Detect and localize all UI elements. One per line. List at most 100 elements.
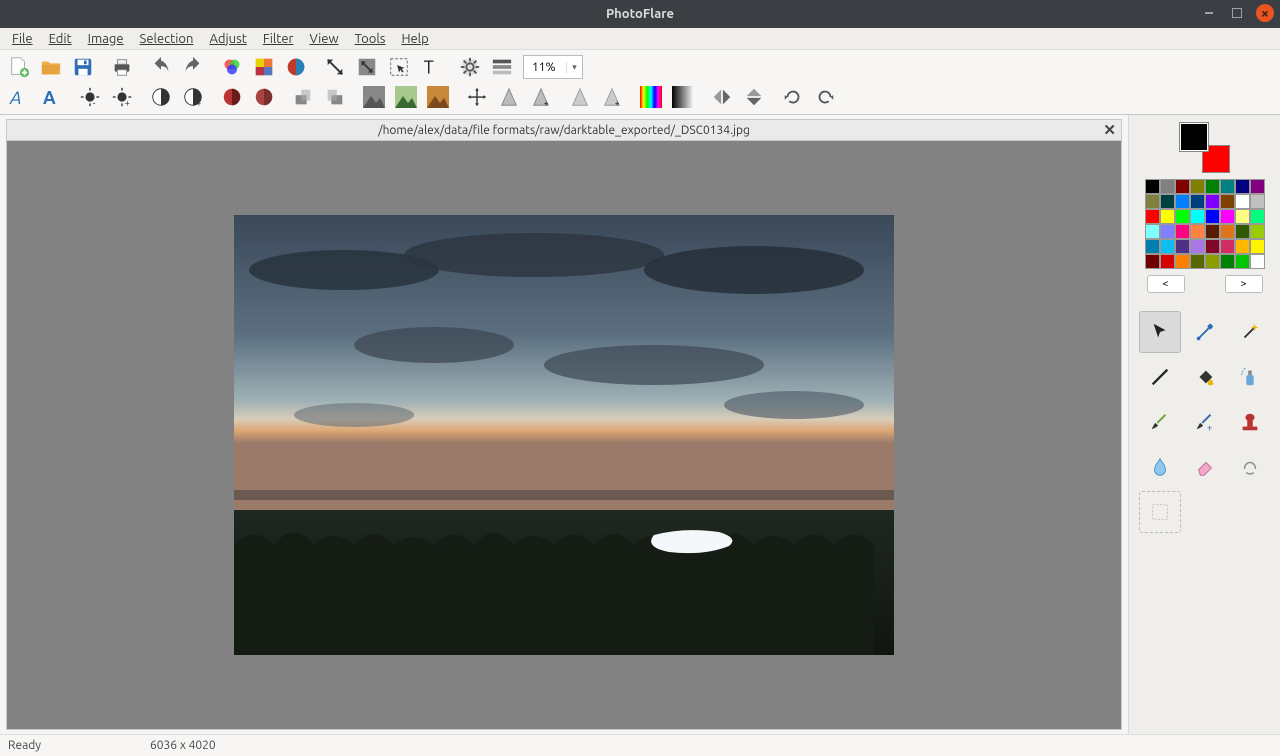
grayscale-filter-button[interactable] — [359, 83, 389, 111]
smudge-tool[interactable] — [1229, 446, 1271, 488]
crop-tool[interactable] — [1139, 491, 1181, 533]
palette-color[interactable] — [1145, 194, 1160, 209]
palette-color[interactable] — [1250, 194, 1265, 209]
move-tool-button[interactable] — [462, 83, 492, 111]
palette-color[interactable] — [1190, 239, 1205, 254]
palette-color[interactable] — [1175, 179, 1190, 194]
settings-button[interactable] — [455, 53, 485, 81]
text-tool-button[interactable]: T — [416, 53, 446, 81]
palette-color[interactable] — [1220, 209, 1235, 224]
bold-text-button[interactable]: A — [36, 83, 66, 111]
palette-color[interactable] — [1160, 239, 1175, 254]
eyedropper-tool[interactable] — [1184, 311, 1226, 353]
menu-edit[interactable]: Edit — [41, 30, 80, 48]
sharpen-button[interactable] — [494, 83, 524, 111]
palette-color[interactable] — [1220, 254, 1235, 269]
palette-color[interactable] — [1160, 209, 1175, 224]
palette-color[interactable] — [1205, 239, 1220, 254]
palette-color[interactable] — [1175, 254, 1190, 269]
foreground-background-swatches[interactable] — [1180, 123, 1230, 173]
clone-brush-tool[interactable]: + — [1184, 401, 1226, 443]
rotate-cw-button[interactable] — [320, 83, 350, 111]
foreground-color-swatch[interactable] — [1180, 123, 1208, 151]
stamp-tool[interactable] — [1229, 401, 1271, 443]
zoom-combobox[interactable]: 11% ▾ — [523, 55, 583, 79]
palette-color[interactable] — [1235, 209, 1250, 224]
redo-button[interactable] — [178, 53, 208, 81]
palette-color[interactable] — [1145, 254, 1160, 269]
saturation-down-button[interactable] — [217, 83, 247, 111]
zoom-dropdown-icon[interactable]: ▾ — [566, 62, 582, 73]
palette-color[interactable] — [1250, 179, 1265, 194]
pointer-tool[interactable] — [1139, 311, 1181, 353]
palette-color[interactable] — [1235, 179, 1250, 194]
palette-color[interactable] — [1220, 179, 1235, 194]
palette-color[interactable] — [1160, 254, 1175, 269]
soften-more-button[interactable]: + — [597, 83, 627, 111]
palette-next-button[interactable]: > — [1225, 275, 1263, 293]
palette-color[interactable] — [1175, 209, 1190, 224]
gray-gradient-button[interactable] — [668, 83, 698, 111]
palette-color[interactable] — [1175, 224, 1190, 239]
palette-color[interactable] — [1235, 239, 1250, 254]
blur-tool[interactable] — [1139, 446, 1181, 488]
magic-wand-tool[interactable] — [1229, 311, 1271, 353]
palette-color[interactable] — [1175, 194, 1190, 209]
menu-selection[interactable]: Selection — [132, 30, 202, 48]
menu-view[interactable]: View — [301, 30, 346, 48]
undo-button[interactable] — [146, 53, 176, 81]
palette-color[interactable] — [1190, 194, 1205, 209]
minimize-button[interactable] — [1200, 4, 1218, 22]
menu-tools[interactable]: Tools — [347, 30, 394, 48]
palette-color[interactable] — [1235, 224, 1250, 239]
palette-color[interactable] — [1220, 239, 1235, 254]
select-tool-button[interactable] — [384, 53, 414, 81]
palette-color[interactable] — [1190, 209, 1205, 224]
palette-color[interactable] — [1190, 224, 1205, 239]
gradient-button[interactable] — [487, 53, 517, 81]
palette-prev-button[interactable]: < — [1147, 275, 1185, 293]
sharpen-more-button[interactable]: + — [526, 83, 556, 111]
spray-tool[interactable] — [1229, 356, 1271, 398]
menu-filter[interactable]: Filter — [255, 30, 302, 48]
palette-color[interactable] — [1250, 239, 1265, 254]
canvas-viewport[interactable] — [6, 141, 1122, 730]
menu-file[interactable]: File — [4, 30, 41, 48]
palette-color[interactable] — [1160, 179, 1175, 194]
palette-color[interactable] — [1205, 254, 1220, 269]
color-wheel-button[interactable] — [281, 53, 311, 81]
rgb-channels-button[interactable] — [217, 53, 247, 81]
palette-color[interactable] — [1145, 209, 1160, 224]
warm-filter-button[interactable] — [423, 83, 453, 111]
brightness-down-button[interactable]: - — [75, 83, 105, 111]
flip-vertical-button[interactable] — [739, 83, 769, 111]
resize-image-button[interactable] — [320, 53, 350, 81]
open-file-button[interactable] — [36, 53, 66, 81]
palette-color[interactable] — [1235, 254, 1250, 269]
palette-color[interactable] — [1145, 179, 1160, 194]
palette-color[interactable] — [1160, 194, 1175, 209]
palette-color[interactable] — [1250, 209, 1265, 224]
palette-color[interactable] — [1205, 194, 1220, 209]
rotate-ccw-button[interactable] — [288, 83, 318, 111]
palette-color[interactable] — [1220, 194, 1235, 209]
new-file-button[interactable] — [4, 53, 34, 81]
fit-canvas-button[interactable] — [352, 53, 382, 81]
close-button[interactable] — [1256, 4, 1274, 22]
soften-button[interactable] — [565, 83, 595, 111]
hue-gradient-button[interactable] — [636, 83, 666, 111]
palette-color[interactable] — [1145, 239, 1160, 254]
rotate-right-button[interactable] — [810, 83, 840, 111]
line-tool[interactable] — [1139, 356, 1181, 398]
rotate-left-button[interactable] — [778, 83, 808, 111]
flip-horizontal-button[interactable] — [707, 83, 737, 111]
document-close-button[interactable]: ✕ — [1103, 121, 1116, 139]
sepia-filter-button[interactable] — [391, 83, 421, 111]
fill-bucket-tool[interactable] — [1184, 356, 1226, 398]
contrast-up-button[interactable]: + — [178, 83, 208, 111]
maximize-button[interactable] — [1228, 4, 1246, 22]
indexed-color-button[interactable] — [249, 53, 279, 81]
saturation-up-button[interactable] — [249, 83, 279, 111]
palette-color[interactable] — [1160, 224, 1175, 239]
palette-color[interactable] — [1205, 179, 1220, 194]
